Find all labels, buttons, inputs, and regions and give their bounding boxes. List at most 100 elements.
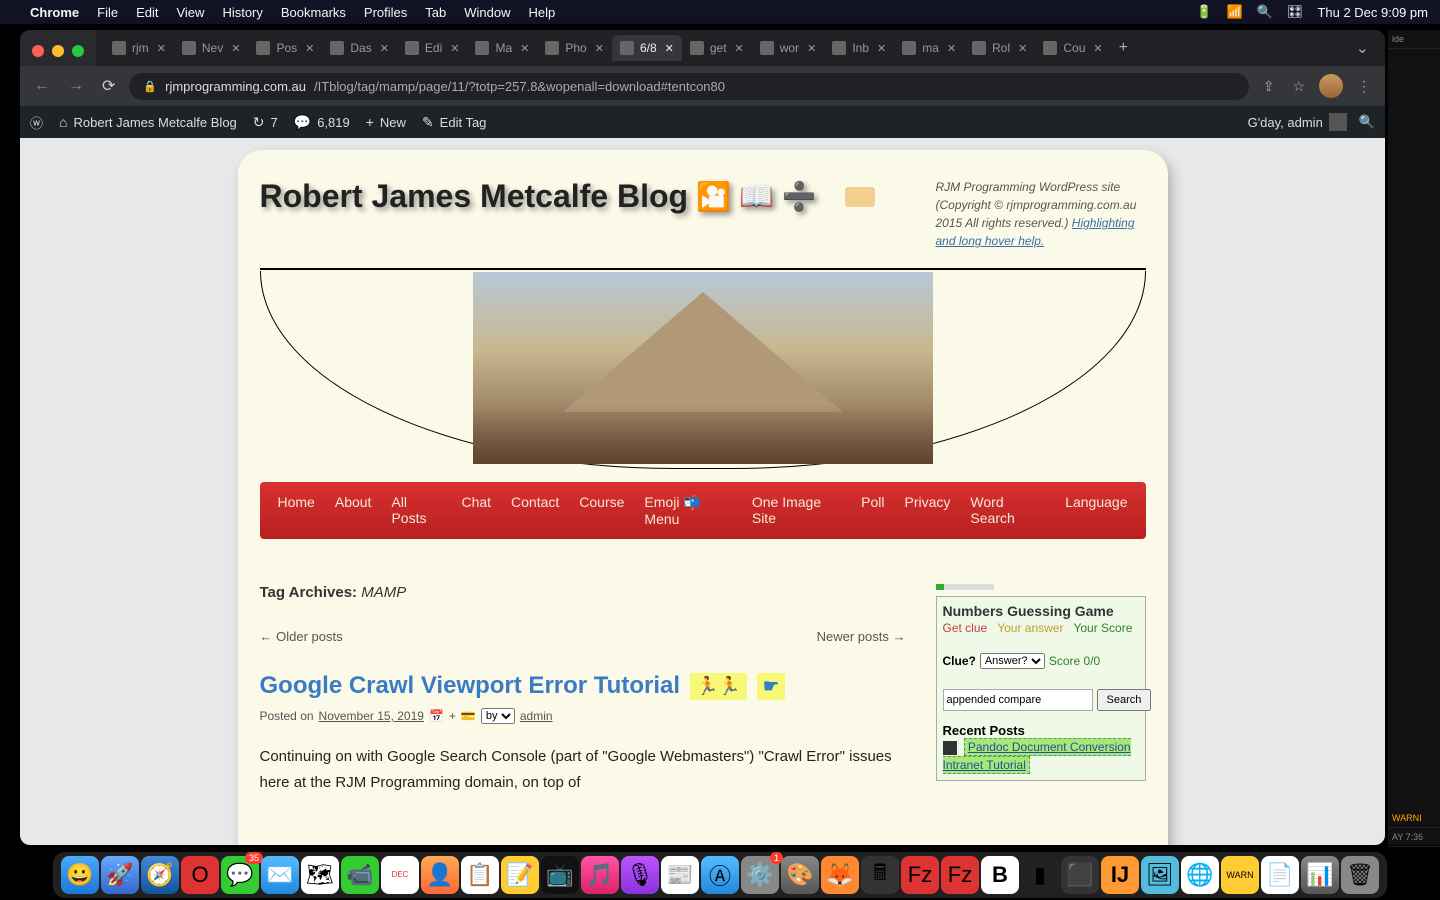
wp-search-icon[interactable]: 🔍: [1359, 114, 1375, 130]
close-tab-icon[interactable]: ✕: [1018, 42, 1027, 55]
menubar-bookmarks[interactable]: Bookmarks: [281, 5, 346, 20]
tab-6[interactable]: Pho✕: [537, 35, 612, 61]
author-link[interactable]: admin: [520, 709, 553, 723]
wifi-icon[interactable]: 📶: [1227, 4, 1243, 20]
nav-emoji[interactable]: Emoji 📬 Menu: [644, 494, 731, 527]
dock-finder[interactable]: 😀: [61, 856, 99, 894]
fullscreen-window-button[interactable]: [72, 45, 84, 57]
dock-notes[interactable]: 📝: [501, 856, 539, 894]
page-viewport[interactable]: Robert James Metcalfe Blog 🎦 📖 ➗ RJM Pro…: [20, 138, 1385, 845]
sidebar-search-button[interactable]: Search: [1097, 689, 1152, 711]
tab-overflow-icon[interactable]: ⌄: [1348, 38, 1377, 58]
dock-messages[interactable]: 💬35: [221, 856, 259, 894]
control-center-icon[interactable]: 🎛: [1287, 4, 1304, 20]
dock-opera[interactable]: O: [181, 856, 219, 894]
tab-4[interactable]: Edi✕: [397, 35, 468, 61]
wp-greeting[interactable]: G'day, admin: [1248, 113, 1347, 131]
close-tab-icon[interactable]: ✕: [231, 42, 240, 55]
dock-trash[interactable]: 🗑: [1341, 856, 1379, 894]
close-tab-icon[interactable]: ✕: [735, 42, 744, 55]
close-tab-icon[interactable]: ✕: [807, 42, 816, 55]
tab-12[interactable]: Rol✕: [964, 35, 1035, 61]
nav-course[interactable]: Course: [579, 494, 624, 527]
nav-home[interactable]: Home: [278, 494, 315, 527]
tab-9[interactable]: wor✕: [752, 35, 825, 61]
card-icon[interactable]: 💳: [461, 709, 476, 723]
dock-facetime[interactable]: 📹: [341, 856, 379, 894]
dock-news[interactable]: 📰: [661, 856, 699, 894]
menubar-tab[interactable]: Tab: [425, 5, 446, 20]
your-score-link[interactable]: Your Score: [1073, 621, 1132, 635]
share-icon[interactable]: ⇪: [1259, 74, 1279, 99]
menubar-profiles[interactable]: Profiles: [364, 5, 407, 20]
dock-app-b[interactable]: B: [981, 856, 1019, 894]
by-select[interactable]: by: [481, 708, 515, 724]
close-tab-icon[interactable]: ✕: [450, 42, 459, 55]
profile-avatar[interactable]: [1319, 74, 1343, 98]
wp-comments[interactable]: 💬6,819: [294, 114, 350, 131]
dock-terminal[interactable]: ▮: [1021, 856, 1059, 894]
reload-button[interactable]: ⟳: [98, 72, 119, 100]
nav-chat[interactable]: Chat: [461, 494, 491, 527]
menubar-app[interactable]: Chrome: [30, 5, 79, 20]
close-tab-icon[interactable]: ✕: [520, 42, 529, 55]
close-tab-icon[interactable]: ✕: [380, 42, 389, 55]
dock-music[interactable]: 🎵: [581, 856, 619, 894]
wp-updates[interactable]: ↻7: [253, 114, 278, 131]
menubar-datetime[interactable]: Thu 2 Dec 9:09 pm: [1317, 5, 1428, 20]
close-tab-icon[interactable]: ✕: [877, 42, 886, 55]
nav-privacy[interactable]: Privacy: [905, 494, 951, 527]
wp-logo-icon[interactable]: ⓦ: [30, 113, 43, 132]
your-answer-link[interactable]: Your answer: [997, 621, 1063, 635]
book-icon[interactable]: 📖: [739, 180, 774, 213]
tab-1[interactable]: Nev✕: [174, 35, 249, 61]
tab-8[interactable]: get✕: [682, 35, 752, 61]
newer-posts-link[interactable]: Newer posts →: [817, 629, 906, 644]
menubar-view[interactable]: View: [176, 5, 204, 20]
dock-settings[interactable]: ⚙️1: [741, 856, 779, 894]
tab-11[interactable]: ma✕: [894, 35, 964, 61]
dock-intellij[interactable]: IJ: [1101, 856, 1139, 894]
sidebar-search-input[interactable]: [943, 689, 1093, 711]
tab-0[interactable]: rjm✕: [104, 35, 174, 61]
post-date-link[interactable]: November 15, 2019: [319, 709, 424, 723]
close-tab-icon[interactable]: ✕: [1093, 42, 1102, 55]
wp-site-link[interactable]: ⌂Robert James Metcalfe Blog: [59, 114, 237, 130]
nav-wordsearch[interactable]: Word Search: [970, 494, 1045, 527]
dock-textedit[interactable]: 📄: [1261, 856, 1299, 894]
bookmark-star-icon[interactable]: ☆: [1288, 74, 1309, 99]
chrome-menu-icon[interactable]: ⋮: [1353, 74, 1375, 99]
close-tab-icon[interactable]: ✕: [305, 42, 314, 55]
dock-reminders[interactable]: 📋: [461, 856, 499, 894]
pointer-badge-icon[interactable]: ☛: [757, 673, 785, 700]
close-tab-icon[interactable]: ✕: [595, 42, 604, 55]
close-window-button[interactable]: [32, 45, 44, 57]
menubar-edit[interactable]: Edit: [136, 5, 158, 20]
tab-13[interactable]: Cou✕: [1035, 35, 1110, 61]
menubar-window[interactable]: Window: [464, 5, 510, 20]
dock-calculator[interactable]: 🖩: [861, 856, 899, 894]
tab-3[interactable]: Das✕: [322, 35, 397, 61]
url-input[interactable]: 🔒 rjmprogramming.com.au/ITblog/tag/mamp/…: [129, 73, 1248, 100]
dock-stickies[interactable]: WARN: [1221, 856, 1259, 894]
forward-button[interactable]: →: [64, 73, 88, 99]
close-tab-icon[interactable]: ✕: [157, 42, 166, 55]
dock-tv[interactable]: 📺: [541, 856, 579, 894]
runner-badge-icon[interactable]: 🏃🏃: [690, 673, 747, 700]
nav-about[interactable]: About: [335, 494, 372, 527]
dock-app-3[interactable]: 🖼: [1141, 856, 1179, 894]
plus-icon[interactable]: +: [449, 709, 456, 723]
dock-app-4[interactable]: 📊: [1301, 856, 1339, 894]
divide-icon[interactable]: ➗: [782, 180, 817, 213]
get-clue-link[interactable]: Get clue: [943, 621, 988, 635]
camera-icon[interactable]: 🎦: [696, 180, 731, 213]
menubar-file[interactable]: File: [97, 5, 118, 20]
tab-5[interactable]: Ma✕: [467, 35, 537, 61]
tag-icon[interactable]: [845, 187, 875, 207]
dock-firefox[interactable]: 🦊: [821, 856, 859, 894]
close-tab-icon[interactable]: ✕: [665, 42, 674, 55]
dock-filezilla[interactable]: Fz: [901, 856, 939, 894]
dock-mail[interactable]: ✉️: [261, 856, 299, 894]
dock-safari[interactable]: 🧭: [141, 856, 179, 894]
dock-calendar[interactable]: DEC: [381, 856, 419, 894]
